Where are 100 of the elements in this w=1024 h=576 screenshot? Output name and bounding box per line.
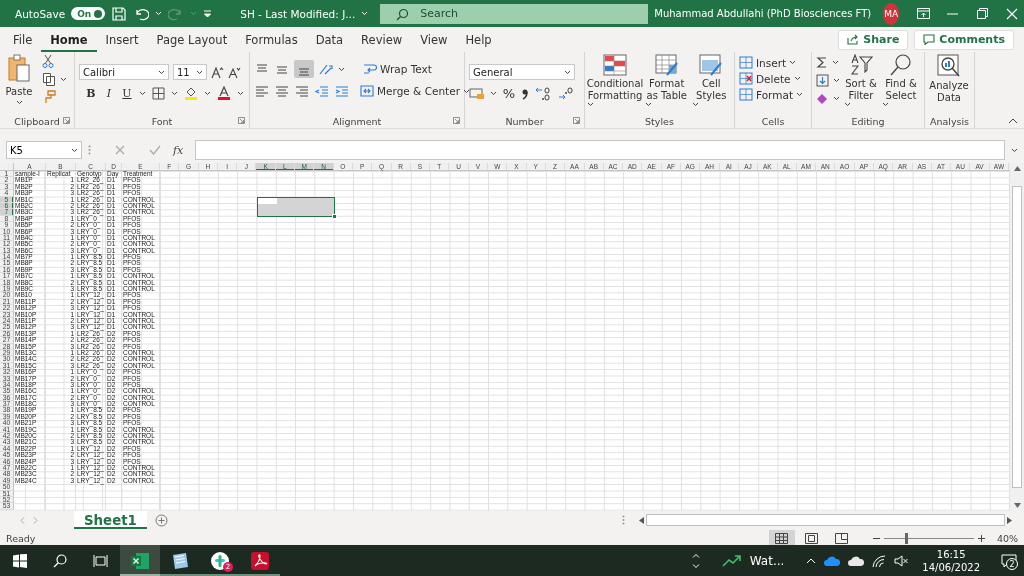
formula-input[interactable] <box>195 140 1005 160</box>
caret-icon[interactable] <box>171 90 178 96</box>
caret-icon[interactable] <box>796 92 803 97</box>
ribbon-tab[interactable]: View <box>411 27 457 52</box>
scroll-right-icon[interactable] <box>1007 516 1012 524</box>
page-break-view-icon[interactable] <box>835 533 849 544</box>
caret-icon[interactable] <box>490 91 497 96</box>
italic-button[interactable]: I <box>103 86 115 100</box>
fill-handle[interactable] <box>331 213 337 219</box>
caret-icon[interactable] <box>564 69 571 75</box>
dialog-launcher-icon[interactable] <box>63 117 70 124</box>
decrease-indent-icon[interactable] <box>314 84 330 98</box>
copy-icon[interactable] <box>42 72 56 86</box>
fill-color-icon[interactable] <box>184 86 198 100</box>
caret-icon[interactable] <box>338 66 345 72</box>
percent-style-button[interactable]: % <box>502 86 516 101</box>
font-size-dropdown[interactable]: 11 <box>173 64 207 80</box>
zoom-slider-thumb[interactable] <box>905 533 909 544</box>
document-title[interactable]: SH - Last Modified: J... <box>240 7 356 20</box>
chat-app-icon[interactable] <box>210 550 230 571</box>
caret-icon[interactable] <box>71 147 78 153</box>
fill-down-icon[interactable] <box>816 74 829 87</box>
scrollbar-thumb[interactable] <box>1012 186 1022 488</box>
borders-icon[interactable] <box>152 86 165 100</box>
wrap-text-button[interactable]: Wrap Text <box>363 63 432 75</box>
insert-function-button[interactable]: fx <box>167 143 190 157</box>
user-avatar[interactable]: MA <box>883 2 900 25</box>
customize-icon[interactable] <box>203 9 213 18</box>
autosave-toggle[interactable]: On <box>71 7 106 20</box>
zoom-in-icon[interactable] <box>977 535 985 542</box>
weather-label[interactable]: Wat... <box>749 553 799 568</box>
caret-icon[interactable] <box>158 69 165 75</box>
caret-icon[interactable] <box>204 90 211 96</box>
caret-icon[interactable] <box>139 90 146 96</box>
increase-indent-icon[interactable] <box>334 84 350 98</box>
styles-button[interactable]: Conditional Formatting <box>589 54 641 107</box>
spreadsheet-app-icon[interactable] <box>130 551 150 570</box>
styles-button[interactable]: Cell Styles <box>692 54 730 107</box>
font-color-icon[interactable] <box>217 86 231 100</box>
caret-icon[interactable] <box>833 78 840 83</box>
caret-icon[interactable] <box>645 102 652 107</box>
caret-icon[interactable] <box>793 76 801 81</box>
notification-center-button[interactable]: 2 <box>994 545 1024 576</box>
windows-start-icon[interactable] <box>13 553 27 568</box>
minimize-icon[interactable] <box>947 12 959 15</box>
search-icon[interactable] <box>53 553 67 568</box>
ribbon-tab[interactable]: Home <box>41 27 97 52</box>
ribbon-display-icon[interactable] <box>916 8 930 19</box>
scroll-left-icon[interactable] <box>639 516 644 524</box>
clock-date[interactable]: 14/06/2022 <box>922 560 980 574</box>
save-icon[interactable] <box>111 5 128 22</box>
caret-icon[interactable] <box>789 60 797 65</box>
scroll-up-icon[interactable] <box>691 552 700 558</box>
speaker-muted-icon[interactable] <box>894 554 909 567</box>
zoom-level[interactable]: 40% <box>988 533 1024 544</box>
caret-icon[interactable] <box>586 102 594 107</box>
wifi-icon[interactable] <box>872 554 887 567</box>
chevron-up-icon[interactable] <box>806 557 817 564</box>
dialog-launcher-icon[interactable] <box>238 117 245 124</box>
decrease-font-size-icon[interactable] <box>228 65 241 79</box>
cells-button[interactable]: Format <box>739 88 803 101</box>
dialog-launcher-icon[interactable] <box>453 117 460 124</box>
scroll-up-icon[interactable] <box>1013 166 1021 171</box>
ribbon-tab[interactable]: Page Layout <box>147 27 237 52</box>
styles-button[interactable]: Format as Table <box>645 54 689 107</box>
orientation-icon[interactable] <box>318 62 334 76</box>
cloud-icon[interactable] <box>848 555 865 566</box>
caret-icon[interactable] <box>463 88 470 94</box>
caret-icon[interactable] <box>832 60 839 65</box>
autosum-icon[interactable] <box>816 56 828 69</box>
cells-button[interactable]: Insert <box>739 56 803 69</box>
caret-icon[interactable] <box>196 69 203 75</box>
ribbon-tab[interactable]: Formulas <box>236 27 307 52</box>
increase-font-size-icon[interactable] <box>211 65 224 79</box>
normal-view-icon[interactable] <box>775 533 789 544</box>
add-sheet-icon[interactable] <box>154 513 168 527</box>
scroll-down-icon[interactable] <box>691 563 700 569</box>
ribbon-tab[interactable]: Insert <box>96 27 148 52</box>
task-view-icon[interactable] <box>92 553 108 568</box>
ribbon-tab[interactable]: Review <box>352 27 412 52</box>
eraser-icon[interactable] <box>816 92 829 105</box>
caret-icon[interactable] <box>692 102 700 107</box>
find-select-button[interactable]: Find & Select <box>882 54 920 107</box>
comma-style-icon[interactable] <box>521 87 529 100</box>
caret-icon[interactable] <box>1011 147 1018 153</box>
comments-button[interactable]: Comments <box>914 29 1014 50</box>
ribbon-tab[interactable]: Data <box>306 27 353 52</box>
caret-icon[interactable] <box>60 76 67 82</box>
scrollbar-thumb[interactable] <box>646 514 1005 526</box>
decrease-decimal-icon[interactable] <box>557 86 575 101</box>
collapse-ribbon-icon[interactable] <box>1008 118 1018 124</box>
caret-icon[interactable] <box>882 102 889 107</box>
close-icon[interactable] <box>1006 7 1019 20</box>
bold-button[interactable]: B <box>85 86 97 100</box>
underline-button[interactable]: U <box>121 86 133 100</box>
caret-icon[interactable] <box>237 90 244 96</box>
merge-center-button[interactable]: Merge & Center <box>360 85 470 97</box>
font-family-dropdown[interactable]: Calibri <box>79 64 169 80</box>
notebook-app-icon[interactable] <box>170 551 190 570</box>
ribbon-tab[interactable]: Help <box>456 27 501 52</box>
